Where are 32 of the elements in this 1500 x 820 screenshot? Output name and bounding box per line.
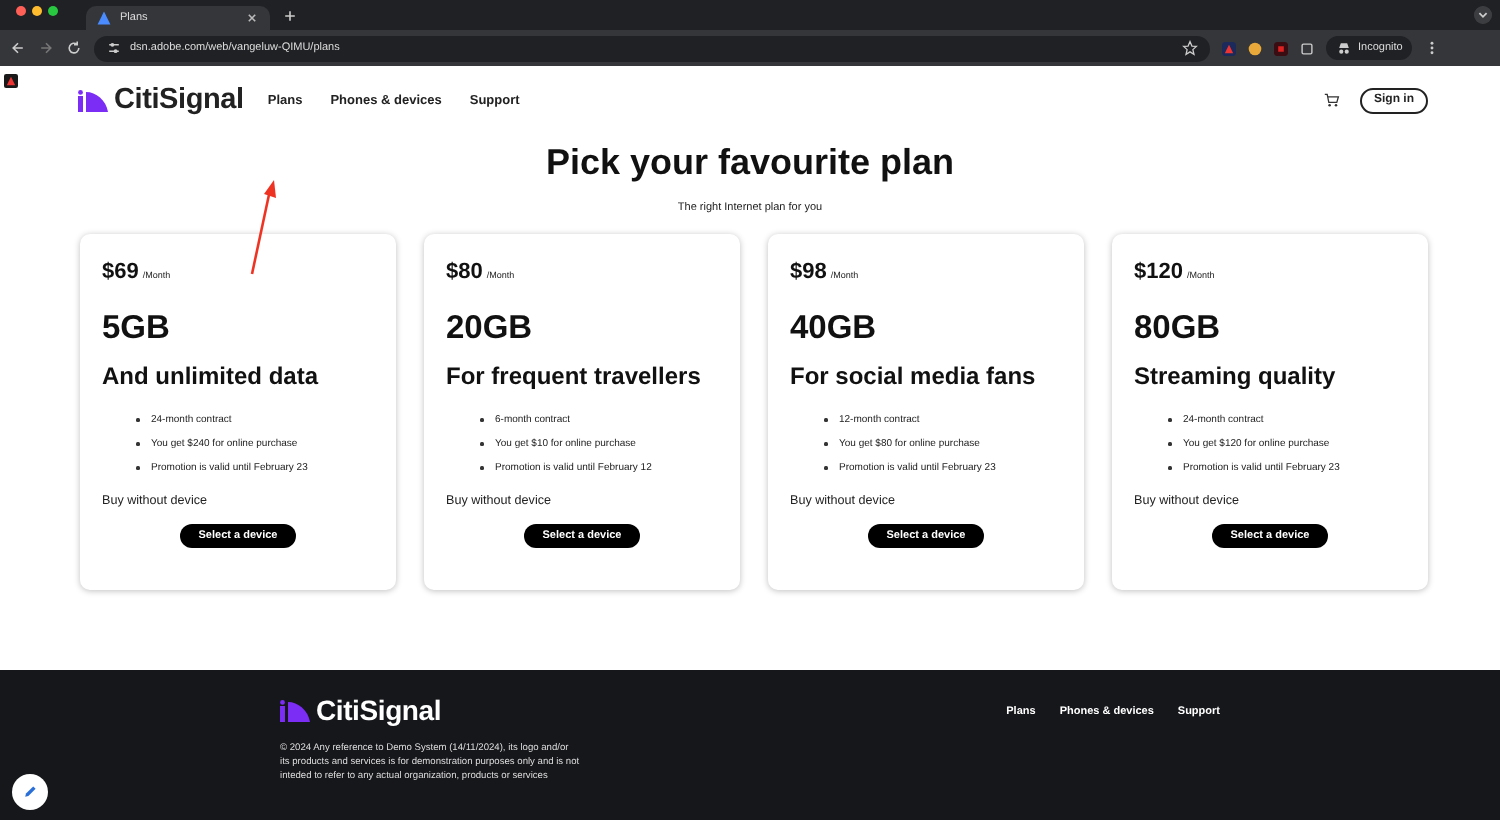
- pencil-icon: [22, 784, 38, 800]
- logo-text[interactable]: CitiSignal: [316, 694, 442, 726]
- plan-price: $69: [102, 260, 139, 284]
- star-icon[interactable]: [1182, 40, 1198, 56]
- plan-tagline: For social media fans: [790, 362, 1036, 390]
- plan-tagline: And unlimited data: [102, 362, 318, 390]
- extension-icon[interactable]: [1222, 41, 1236, 55]
- extension-icon[interactable]: [4, 74, 18, 88]
- triangle-icon: [96, 10, 112, 26]
- cart-icon[interactable]: [1324, 92, 1340, 108]
- plan-price: $120: [1134, 260, 1183, 284]
- logo-icon[interactable]: [280, 699, 310, 721]
- tune-icon: [106, 40, 122, 56]
- logo-text[interactable]: CitiSignal: [114, 84, 244, 116]
- plus-icon[interactable]: [282, 7, 298, 23]
- plan-price: $80: [446, 260, 483, 284]
- plan-tagline: Streaming quality: [1134, 362, 1336, 390]
- reload-icon[interactable]: [66, 40, 82, 56]
- plan-data: 40GB: [790, 310, 877, 346]
- plan-price: $98: [790, 260, 827, 284]
- plan-data: 20GB: [446, 310, 533, 346]
- close-icon[interactable]: [244, 10, 260, 26]
- page-title: Pick your favourite plan: [545, 140, 955, 186]
- forward-icon[interactable]: [38, 40, 54, 56]
- logo-icon[interactable]: [78, 89, 108, 111]
- back-icon[interactable]: [10, 40, 26, 56]
- annotation-arrow: [248, 178, 280, 276]
- plan-data: 5GB: [102, 310, 170, 346]
- edit-button[interactable]: [12, 774, 48, 810]
- incognito-icon: [1336, 40, 1352, 56]
- plan-tagline: For frequent travellers: [446, 362, 701, 390]
- plan-data: 80GB: [1134, 310, 1221, 346]
